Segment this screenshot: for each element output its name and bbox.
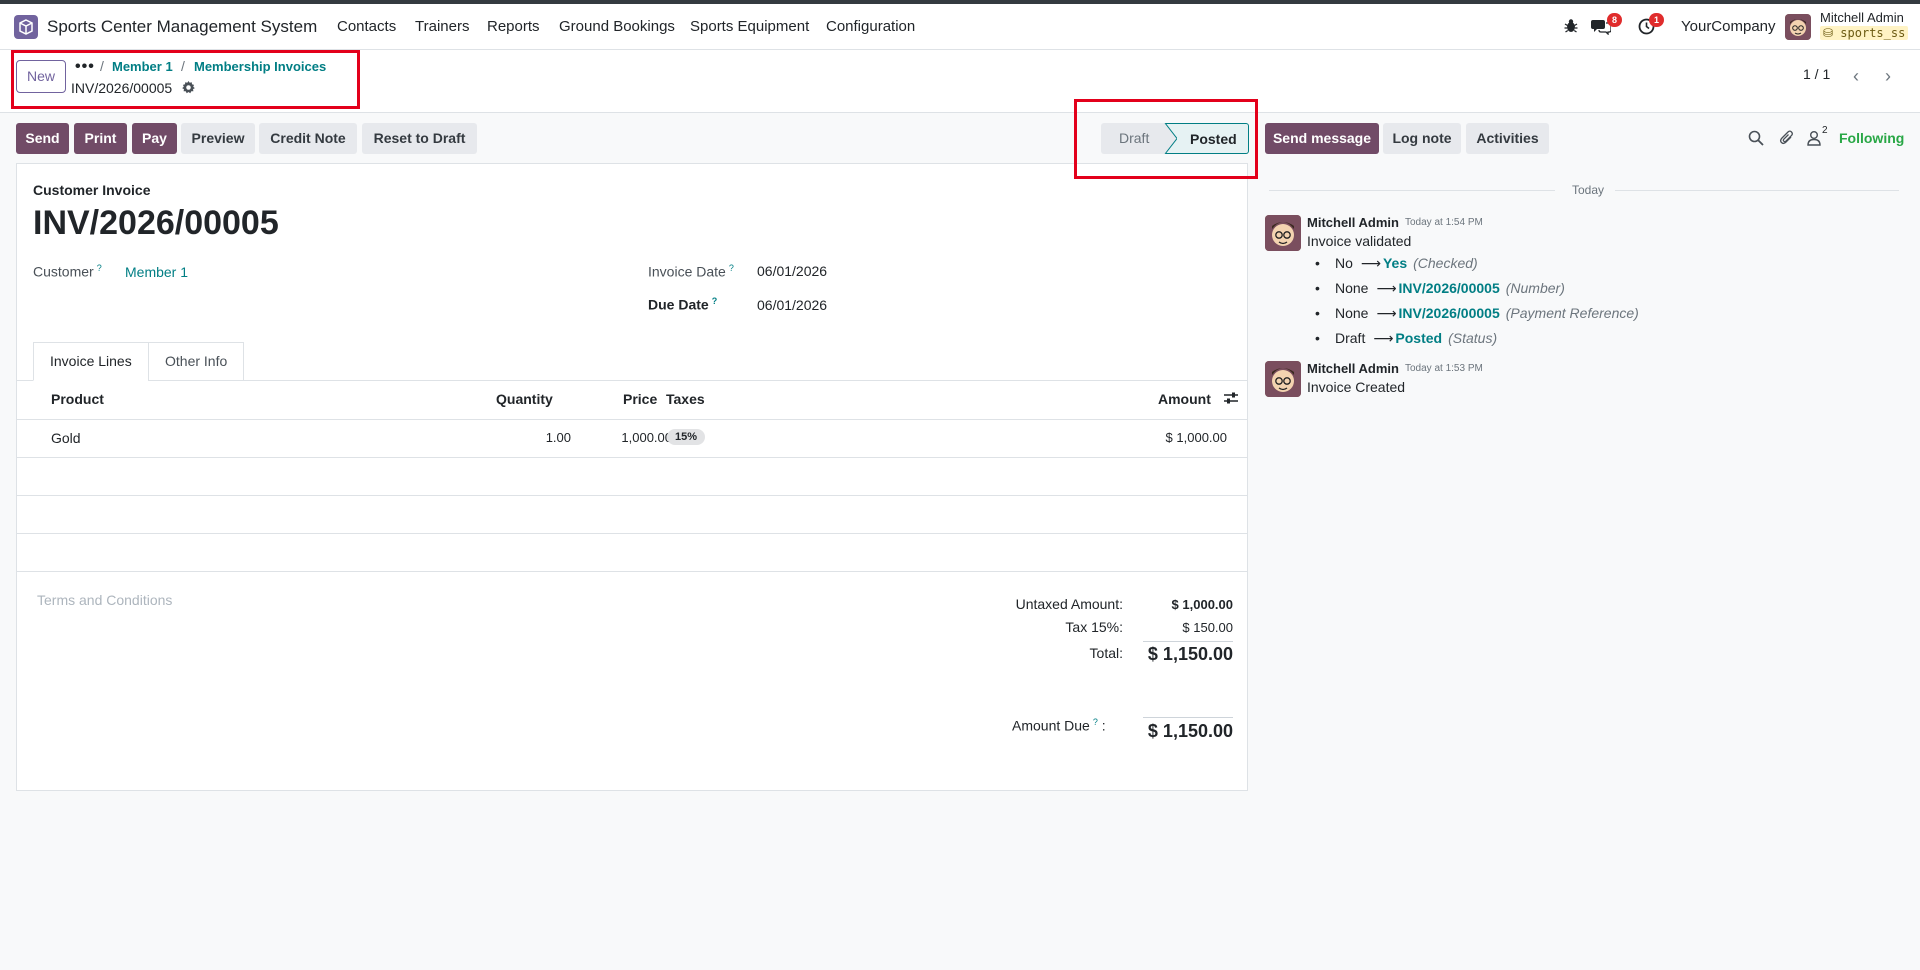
menu-trainers[interactable]: Trainers bbox=[415, 18, 469, 35]
total-label: Total: bbox=[1089, 645, 1123, 661]
app-name[interactable]: Sports Center Management System bbox=[47, 17, 317, 37]
due-date-label: Due Date? bbox=[648, 296, 718, 313]
menu-contacts[interactable]: Contacts bbox=[337, 18, 396, 35]
app-home-icon[interactable] bbox=[14, 15, 38, 39]
invoice-date-field[interactable]: 06/01/2026 bbox=[757, 263, 827, 279]
column-taxes[interactable]: Taxes bbox=[666, 391, 705, 407]
line-price[interactable]: 1,000.00 bbox=[597, 430, 672, 445]
menu-reports[interactable]: Reports bbox=[487, 18, 540, 35]
date-separator-today: Today bbox=[1566, 183, 1611, 197]
credit-note-button[interactable]: Credit Note bbox=[259, 123, 357, 154]
preview-button[interactable]: Preview bbox=[181, 123, 255, 154]
date-separator-line bbox=[1615, 190, 1899, 191]
amount-due-separator bbox=[1143, 717, 1233, 718]
log-note-button[interactable]: Log note bbox=[1383, 123, 1461, 154]
tab-invoice-lines[interactable]: Invoice Lines bbox=[33, 342, 149, 381]
tax-label: Tax 15%: bbox=[1065, 619, 1123, 635]
tracking-change: • Draft ⟶ Posted (Status) bbox=[1315, 330, 1498, 346]
tracking-change: • None ⟶ INV/2026/00005 (Payment Reference) bbox=[1315, 305, 1639, 321]
send-message-button[interactable]: Send message bbox=[1265, 123, 1379, 154]
user-avatar[interactable] bbox=[1785, 14, 1811, 40]
tracking-change: • No ⟶ Yes (Checked) bbox=[1315, 255, 1478, 271]
message-body: Invoice validated bbox=[1307, 233, 1412, 249]
totals-separator bbox=[1143, 641, 1233, 642]
main-navbar: Sports Center Management System Contacts… bbox=[0, 4, 1920, 50]
line-amount[interactable]: $ 1,000.00 bbox=[1117, 430, 1227, 445]
message-author[interactable]: Mitchell Admin bbox=[1307, 215, 1399, 230]
invoice-date-label: Invoice Date? bbox=[648, 263, 734, 280]
message-time: Today at 1:53 PM bbox=[1405, 363, 1483, 374]
user-name[interactable]: Mitchell Admin bbox=[1820, 10, 1904, 25]
activities-badge: 1 bbox=[1649, 13, 1664, 27]
database-label: sports_ss bbox=[1840, 26, 1906, 40]
tab-other-info[interactable]: Other Info bbox=[148, 342, 245, 381]
amount-due-value: $ 1,150.00 bbox=[1147, 721, 1233, 741]
customer-label: Customer? bbox=[33, 263, 102, 280]
row-divider bbox=[17, 495, 1247, 496]
main-content: Send Print Pay Preview Credit Note Reset… bbox=[0, 113, 1920, 970]
paperclip-icon[interactable] bbox=[1779, 130, 1795, 151]
invoice-type-label: Customer Invoice bbox=[33, 182, 151, 198]
tracking-change: • None ⟶ INV/2026/00005 (Number) bbox=[1315, 280, 1565, 296]
untaxed-amount-value: $ 1,000.00 bbox=[1171, 597, 1233, 612]
pager-next-button[interactable]: › bbox=[1873, 61, 1903, 91]
optional-columns-icon[interactable] bbox=[1223, 391, 1239, 410]
header-divider bbox=[17, 419, 1247, 420]
pay-button[interactable]: Pay bbox=[132, 123, 177, 154]
menu-ground-bookings[interactable]: Ground Bookings bbox=[559, 18, 675, 35]
message-time: Today at 1:54 PM bbox=[1405, 217, 1483, 228]
following-button[interactable]: Following bbox=[1839, 130, 1904, 146]
column-quantity[interactable]: Quantity bbox=[496, 391, 553, 407]
debug-bug-icon[interactable] bbox=[1564, 18, 1578, 39]
pager-value[interactable]: 1 / 1 bbox=[1803, 66, 1830, 82]
send-button[interactable]: Send bbox=[16, 123, 69, 154]
chevron-left-icon: ‹ bbox=[1853, 65, 1859, 86]
total-value: $ 1,150.00 bbox=[1147, 644, 1233, 664]
pager-previous-button[interactable]: ‹ bbox=[1841, 61, 1871, 91]
message-body: Invoice Created bbox=[1307, 379, 1406, 395]
highlight-box-breadcrumb bbox=[11, 50, 360, 109]
tax-value: $ 150.00 bbox=[1182, 620, 1233, 635]
column-product[interactable]: Product bbox=[51, 391, 104, 407]
messages-badge: 8 bbox=[1607, 13, 1622, 27]
row-divider bbox=[17, 571, 1247, 572]
followers-count: 2 bbox=[1822, 125, 1828, 136]
due-date-field[interactable]: 06/01/2026 bbox=[757, 297, 827, 313]
invoice-number-title: INV/2026/00005 bbox=[33, 204, 279, 242]
invoice-form-sheet: Customer Invoice INV/2026/00005 Customer… bbox=[16, 163, 1248, 791]
untaxed-amount-label: Untaxed Amount: bbox=[1015, 596, 1123, 612]
message-author-avatar[interactable] bbox=[1265, 361, 1301, 397]
followers-icon[interactable] bbox=[1807, 130, 1821, 151]
line-quantity[interactable]: 1.00 bbox=[517, 430, 571, 445]
database-icon: ⛁ bbox=[1823, 26, 1834, 40]
line-product[interactable]: Gold bbox=[51, 430, 81, 446]
chevron-right-icon: › bbox=[1885, 65, 1891, 86]
menu-configuration[interactable]: Configuration bbox=[826, 18, 915, 35]
print-button[interactable]: Print bbox=[74, 123, 127, 154]
column-price[interactable]: Price bbox=[623, 391, 657, 407]
row-divider bbox=[17, 533, 1247, 534]
message-author-avatar[interactable] bbox=[1265, 215, 1301, 251]
database-name: ⛁ sports_ss bbox=[1820, 26, 1909, 40]
row-divider bbox=[17, 457, 1247, 458]
menu-sports-equipment[interactable]: Sports Equipment bbox=[690, 18, 809, 35]
company-switcher[interactable]: YourCompany bbox=[1681, 18, 1776, 35]
message-author[interactable]: Mitchell Admin bbox=[1307, 361, 1399, 376]
customer-field[interactable]: Member 1 bbox=[125, 264, 188, 280]
highlight-box-status bbox=[1074, 99, 1258, 179]
column-amount[interactable]: Amount bbox=[1158, 391, 1211, 407]
search-icon[interactable] bbox=[1748, 130, 1764, 151]
line-tax-badge[interactable]: 15% bbox=[667, 429, 706, 445]
activities-button[interactable]: Activities bbox=[1466, 123, 1549, 154]
amount-due-label: Amount Due? : bbox=[1012, 717, 1106, 734]
date-separator-line bbox=[1269, 190, 1555, 191]
reset-to-draft-button[interactable]: Reset to Draft bbox=[362, 123, 477, 154]
terms-and-conditions-field[interactable]: Terms and Conditions bbox=[37, 592, 172, 608]
